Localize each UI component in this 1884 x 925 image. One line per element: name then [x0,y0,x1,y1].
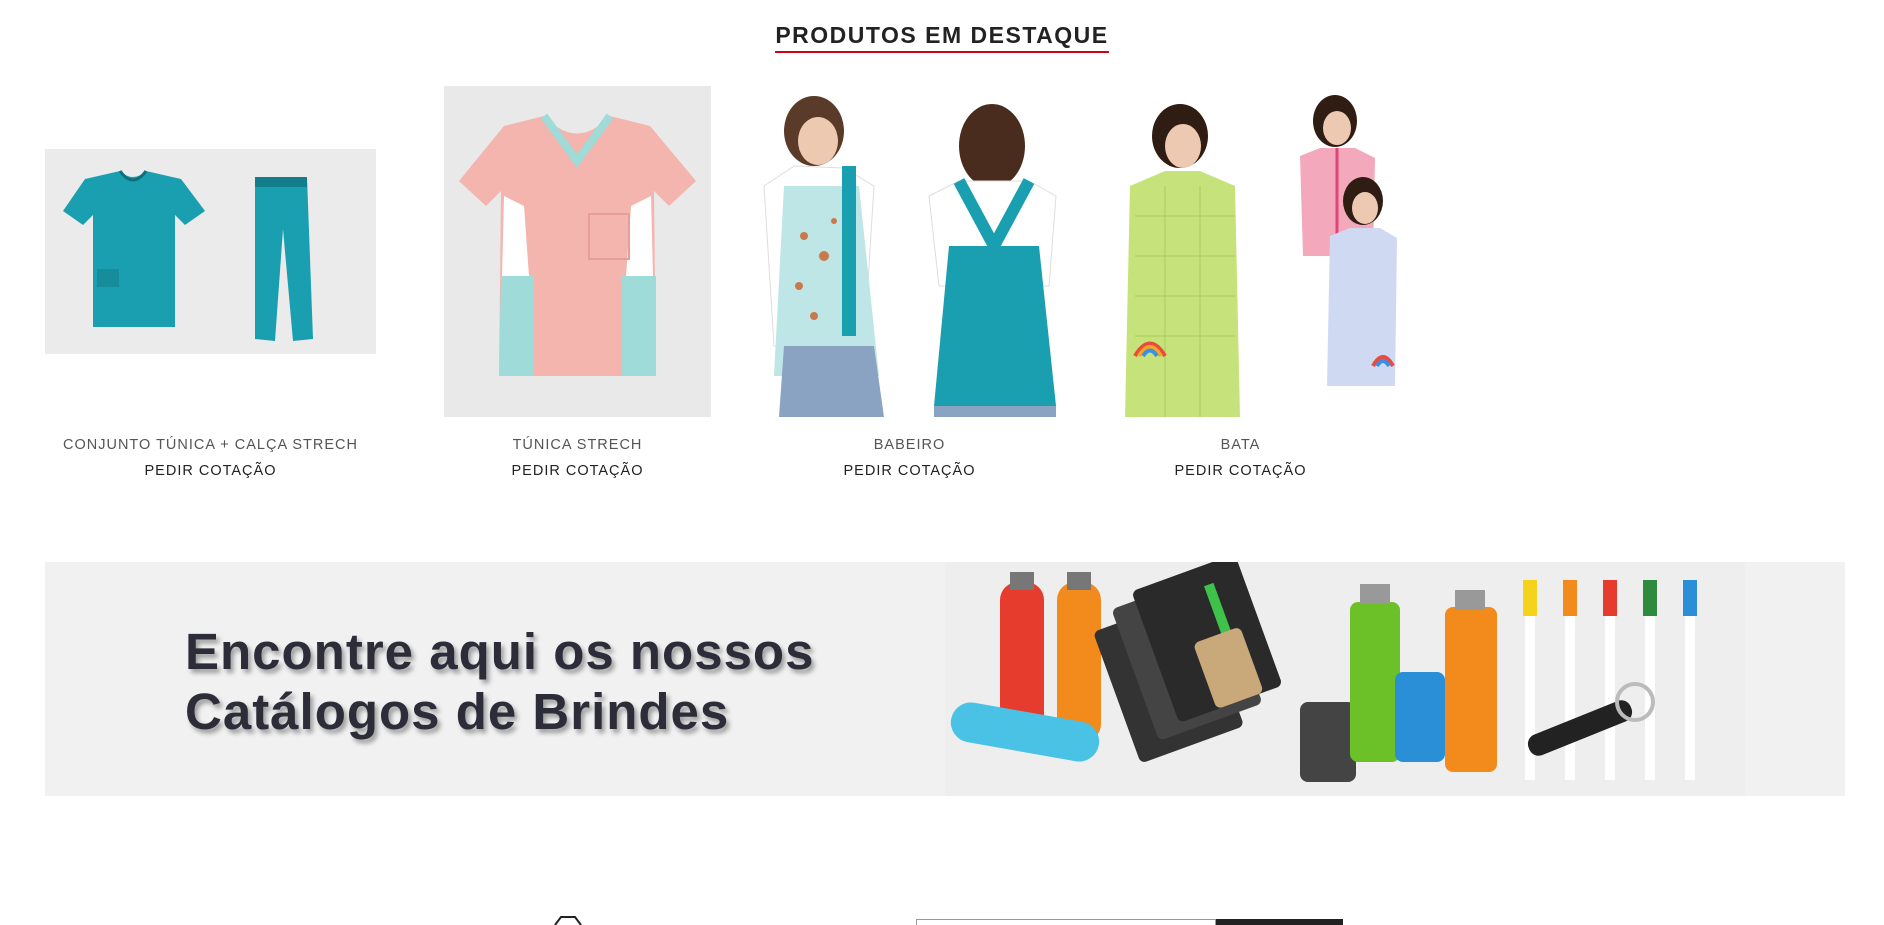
product-image[interactable] [45,149,376,354]
product-name[interactable]: BABEIRO [744,437,1075,453]
product-card: BATA PEDIR COTAÇÃO [1075,0,1406,500]
product-card: CONJUNTO TÚNICA + CALÇA STRECH PEDIR COT… [45,0,376,500]
store-icon [554,916,582,925]
newsletter-email-input[interactable] [916,919,1216,925]
request-quote-link[interactable]: PEDIR COTAÇÃO [45,463,376,479]
promo-products-image [945,562,1745,796]
newsletter-subscribe-button[interactable] [1216,919,1343,925]
banner-line-1: Encontre aqui os nossos [185,623,815,680]
request-quote-link[interactable]: PEDIR COTAÇÃO [444,463,711,479]
product-name[interactable]: CONJUNTO TÚNICA + CALÇA STRECH [45,437,376,453]
product-card: BABEIRO PEDIR COTAÇÃO [744,0,1075,500]
product-image[interactable] [1075,86,1406,417]
request-quote-link[interactable]: PEDIR COTAÇÃO [1075,463,1406,479]
banner-line-2: Catálogos de Brindes [185,683,730,740]
request-quote-link[interactable]: PEDIR COTAÇÃO [744,463,1075,479]
banner-headline: Encontre aqui os nossos Catálogos de Bri… [185,622,814,742]
product-name[interactable]: BATA [1075,437,1406,453]
product-image[interactable] [444,86,711,417]
product-name[interactable]: TÚNICA STRECH [444,437,711,453]
product-image[interactable] [744,86,1075,417]
catalog-banner[interactable]: Encontre aqui os nossos Catálogos de Bri… [45,562,1845,796]
product-card: TÚNICA STRECH PEDIR COTAÇÃO [444,0,711,500]
